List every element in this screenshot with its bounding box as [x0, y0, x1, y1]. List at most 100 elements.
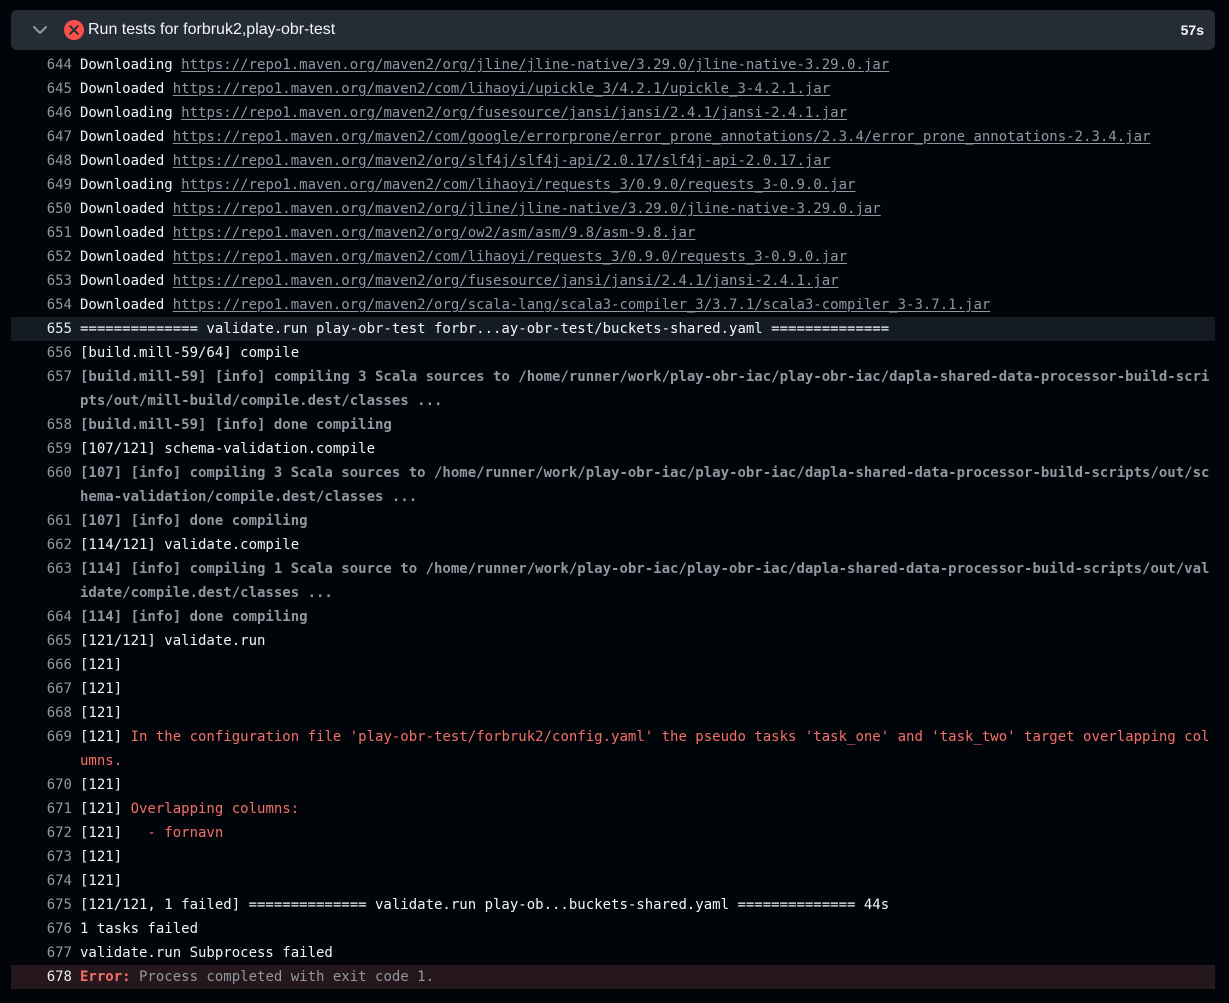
- line-number[interactable]: 660: [11, 461, 80, 509]
- line-number[interactable]: 665: [11, 629, 80, 653]
- log-text: Downloaded https://repo1.maven.org/maven…: [80, 77, 1215, 101]
- line-number[interactable]: 664: [11, 605, 80, 629]
- line-number[interactable]: 645: [11, 77, 80, 101]
- log-line[interactable]: 664 [114] [info] done compiling: [11, 605, 1215, 629]
- log-link[interactable]: https://repo1.maven.org/maven2/org/jline…: [181, 57, 889, 73]
- log-line[interactable]: 645 Downloaded https://repo1.maven.org/ma…: [11, 77, 1215, 101]
- line-number[interactable]: 661: [11, 509, 80, 533]
- line-number[interactable]: 659: [11, 437, 80, 461]
- line-number[interactable]: 674: [11, 869, 80, 893]
- line-number[interactable]: 644: [11, 53, 80, 77]
- line-number[interactable]: 668: [11, 701, 80, 725]
- log-line[interactable]: 649 Downloading https://repo1.maven.org/m…: [11, 173, 1215, 197]
- log-text: [107/121] schema-validation.compile: [80, 441, 376, 457]
- log-link[interactable]: https://repo1.maven.org/maven2/org/ow2/a…: [173, 225, 696, 241]
- log-link[interactable]: https://repo1.maven.org/maven2/com/lihao…: [173, 249, 847, 265]
- line-number[interactable]: 673: [11, 845, 80, 869]
- line-number[interactable]: 662: [11, 533, 80, 557]
- log-link[interactable]: https://repo1.maven.org/maven2/org/fuses…: [181, 105, 847, 121]
- line-number[interactable]: 670: [11, 773, 80, 797]
- error-message: Overlapping columns:: [130, 801, 300, 817]
- log-link[interactable]: https://repo1.maven.org/maven2/com/lihao…: [173, 81, 830, 97]
- log-output: 644 Downloading https://repo1.maven.org/m…: [11, 53, 1215, 989]
- log-text: [114] [info] compiling 1 Scala source to…: [80, 561, 1210, 601]
- line-number[interactable]: 675: [11, 893, 80, 917]
- step-header[interactable]: Run tests for forbruk2,play-obr-test 57s: [11, 10, 1215, 50]
- line-number[interactable]: 650: [11, 197, 80, 221]
- log-line[interactable]: 657 [build.mill-59] [info] compiling 3 Sc…: [11, 365, 1215, 413]
- log-line[interactable]: 647 Downloaded https://repo1.maven.org/ma…: [11, 125, 1215, 149]
- line-number[interactable]: 649: [11, 173, 80, 197]
- log-line[interactable]: 658 [build.mill-59] [info] done compiling: [11, 413, 1215, 437]
- log-text: [107] [info] done compiling: [80, 513, 308, 529]
- log-line[interactable]: 661 [107] [info] done compiling: [11, 509, 1215, 533]
- log-line[interactable]: 644 Downloading https://repo1.maven.org/m…: [11, 53, 1215, 77]
- step-title: Run tests for forbruk2,play-obr-test: [88, 21, 336, 38]
- log-line[interactable]: 675 [121/121, 1 failed] ============== va…: [11, 893, 1215, 917]
- line-number[interactable]: 666: [11, 653, 80, 677]
- log-line[interactable]: 655 ============== validate.run play-obr-…: [11, 317, 1215, 341]
- log-line[interactable]: 652 Downloaded https://repo1.maven.org/ma…: [11, 245, 1215, 269]
- log-line[interactable]: 654 Downloaded https://repo1.maven.org/ma…: [11, 293, 1215, 317]
- log-line[interactable]: 656 [build.mill-59/64] compile: [11, 341, 1215, 365]
- log-text: Downloading https://repo1.maven.org/mave…: [80, 173, 1215, 197]
- line-number[interactable]: 658: [11, 413, 80, 437]
- log-text: [114/121] validate.compile: [80, 537, 300, 553]
- line-number[interactable]: 646: [11, 101, 80, 125]
- log-link[interactable]: https://repo1.maven.org/maven2/org/jline…: [173, 201, 881, 217]
- log-prefix: [121]: [80, 801, 131, 817]
- line-number[interactable]: 663: [11, 557, 80, 605]
- log-line[interactable]: 646 Downloading https://repo1.maven.org/m…: [11, 101, 1215, 125]
- log-text: [121]: [80, 657, 123, 673]
- line-number[interactable]: 647: [11, 125, 80, 149]
- line-number[interactable]: 655: [11, 317, 80, 341]
- line-number[interactable]: 669: [11, 725, 80, 773]
- log-line[interactable]: 667 [121]: [11, 677, 1215, 701]
- line-number[interactable]: 676: [11, 917, 80, 941]
- line-number[interactable]: 677: [11, 941, 80, 965]
- log-link[interactable]: https://repo1.maven.org/maven2/org/fuses…: [173, 273, 839, 289]
- log-line[interactable]: 674 [121]: [11, 869, 1215, 893]
- line-number[interactable]: 654: [11, 293, 80, 317]
- log-line[interactable]: 666 [121]: [11, 653, 1215, 677]
- log-line[interactable]: 671 [121] Overlapping columns:: [11, 797, 1215, 821]
- log-line[interactable]: 651 Downloaded https://repo1.maven.org/ma…: [11, 221, 1215, 245]
- line-number[interactable]: 648: [11, 149, 80, 173]
- log-line[interactable]: 670 [121]: [11, 773, 1215, 797]
- log-line[interactable]: 662 [114/121] validate.compile: [11, 533, 1215, 557]
- log-line[interactable]: 665 [121/121] validate.run: [11, 629, 1215, 653]
- log-line[interactable]: 648 Downloaded https://repo1.maven.org/ma…: [11, 149, 1215, 173]
- x-circle-fill-icon: [64, 20, 84, 40]
- chevron-down-icon[interactable]: [32, 24, 48, 36]
- log-line[interactable]: 669 [121] In the configuration file 'play…: [11, 725, 1215, 773]
- log-line[interactable]: 668 [121]: [11, 701, 1215, 725]
- log-line[interactable]: 672 [121] - fornavn: [11, 821, 1215, 845]
- log-line[interactable]: 650 Downloaded https://repo1.maven.org/ma…: [11, 197, 1215, 221]
- log-link[interactable]: https://repo1.maven.org/maven2/org/scala…: [173, 297, 991, 313]
- line-number[interactable]: 656: [11, 341, 80, 365]
- log-line[interactable]: 676 1 tasks failed: [11, 917, 1215, 941]
- log-link[interactable]: https://repo1.maven.org/maven2/com/lihao…: [181, 177, 855, 193]
- log-text: Downloaded https://repo1.maven.org/maven…: [80, 245, 1215, 269]
- log-line[interactable]: 677 validate.run Subprocess failed: [11, 941, 1215, 965]
- line-number[interactable]: 671: [11, 797, 80, 821]
- log-link[interactable]: https://repo1.maven.org/maven2/org/slf4j…: [173, 153, 830, 169]
- log-link[interactable]: https://repo1.maven.org/maven2/com/googl…: [173, 129, 1151, 145]
- line-number[interactable]: 657: [11, 365, 80, 413]
- line-number[interactable]: 667: [11, 677, 80, 701]
- log-line[interactable]: 660 [107] [info] compiling 3 Scala source…: [11, 461, 1215, 509]
- log-line[interactable]: 673 [121]: [11, 845, 1215, 869]
- error-message: - fornavn: [130, 825, 224, 841]
- log-line[interactable]: 653 Downloaded https://repo1.maven.org/ma…: [11, 269, 1215, 293]
- line-number[interactable]: 672: [11, 821, 80, 845]
- line-number[interactable]: 678: [11, 965, 80, 989]
- line-number[interactable]: 651: [11, 221, 80, 245]
- log-prefix: Downloaded: [80, 81, 173, 97]
- log-text: Downloaded https://repo1.maven.org/maven…: [80, 221, 1215, 245]
- log-text: [build.mill-59] [info] done compiling: [80, 417, 392, 433]
- line-number[interactable]: 652: [11, 245, 80, 269]
- log-line[interactable]: 663 [114] [info] compiling 1 Scala source…: [11, 557, 1215, 605]
- log-line[interactable]: 659 [107/121] schema-validation.compile: [11, 437, 1215, 461]
- log-line[interactable]: 678 Error: Process completed with exit co…: [11, 965, 1215, 989]
- line-number[interactable]: 653: [11, 269, 80, 293]
